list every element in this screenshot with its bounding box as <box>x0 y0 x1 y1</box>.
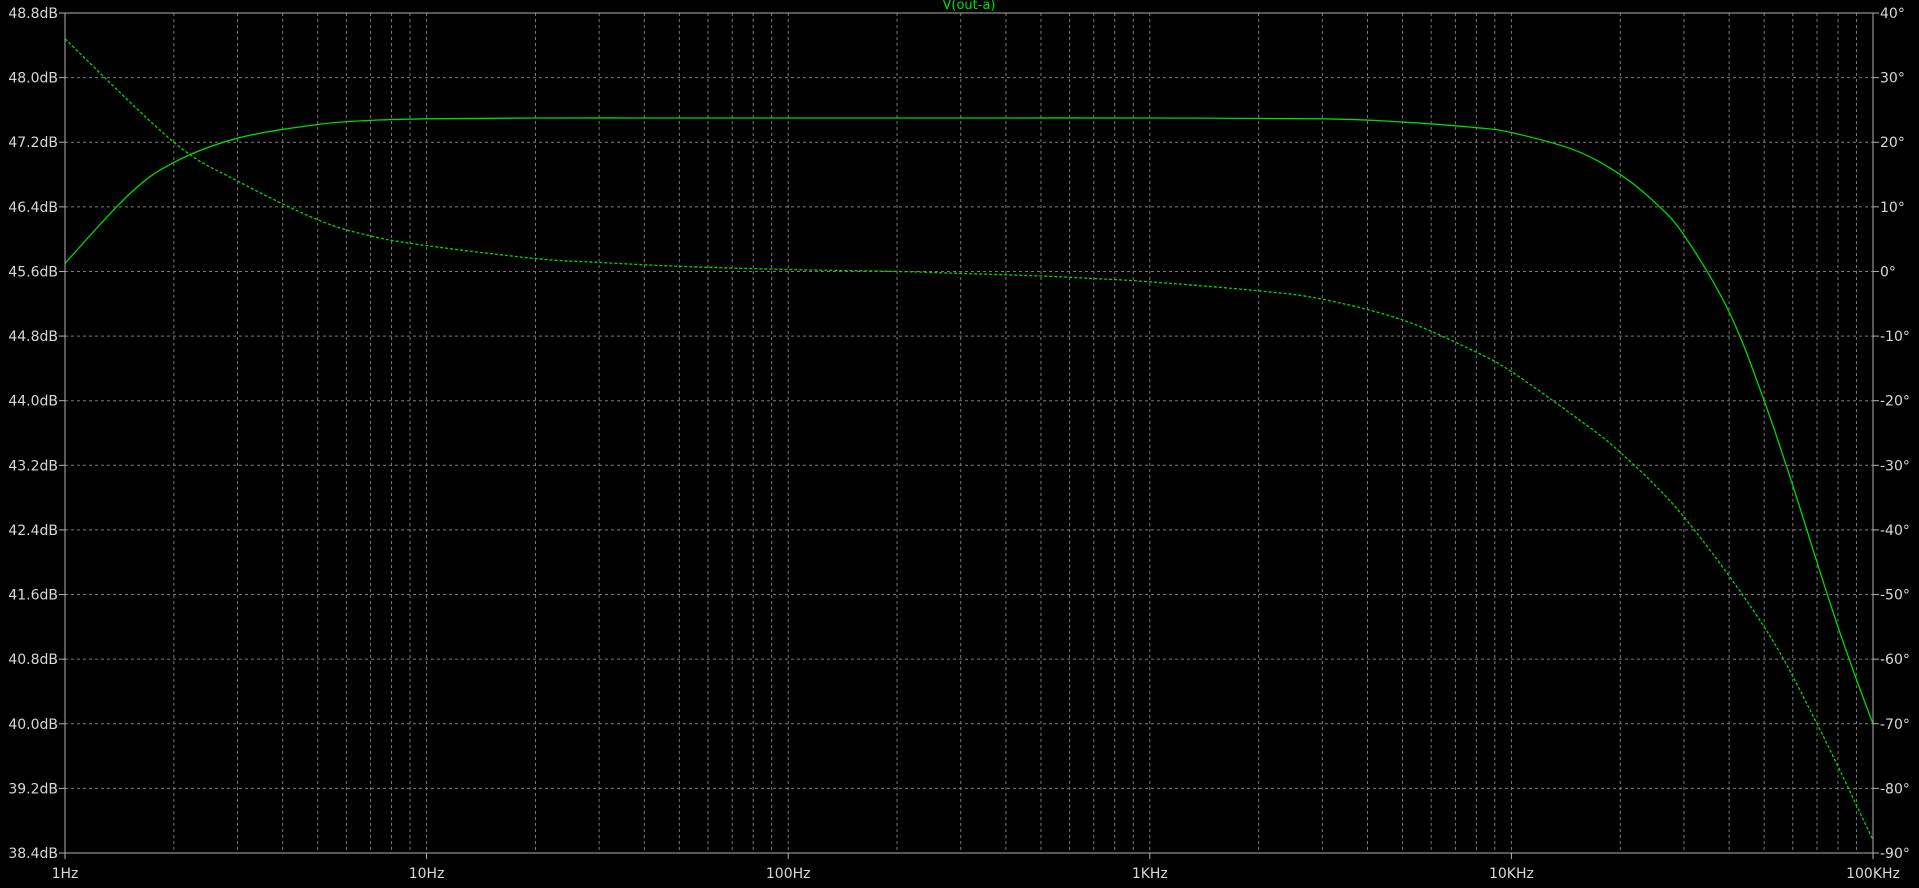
plot-background <box>0 0 1919 888</box>
y-right-tick-label: 0° <box>1880 264 1896 280</box>
x-tick-label: 1Hz <box>52 866 79 882</box>
y-left-tick-label: 46.4dB <box>8 200 58 216</box>
y-right-tick-label: 20° <box>1880 135 1905 151</box>
y-left-tick-label: 42.4dB <box>8 523 58 539</box>
x-tick-label: 1KHz <box>1132 866 1168 882</box>
y-right-tick-label: 30° <box>1880 71 1905 87</box>
y-left-tick-label: 40.0dB <box>8 717 58 733</box>
x-tick-label: 10KHz <box>1489 866 1534 882</box>
bode-plot: V(out-a) 48.8dB 48.0dB 47.2dB 46.4dB 45.6dB 4… <box>0 0 1919 888</box>
y-left-tick-label: 38.4dB <box>8 846 58 862</box>
y-right-tick-label: 10° <box>1880 200 1905 216</box>
y-right-tick-label: -70° <box>1880 717 1910 733</box>
y-left-tick-label: 48.0dB <box>8 71 58 87</box>
y-left-tick-label: 44.0dB <box>8 394 58 410</box>
y-right-tick-label: -60° <box>1880 652 1910 668</box>
y-right-tick-label: -80° <box>1880 781 1910 797</box>
y-right-tick-label: -90° <box>1880 846 1910 862</box>
y-left-tick-label: 48.8dB <box>8 6 58 22</box>
y-right-tick-label: -30° <box>1880 458 1910 474</box>
y-right-tick-label: 40° <box>1880 6 1905 22</box>
y-left-tick-label: 41.6dB <box>8 588 58 604</box>
y-left-tick-label: 39.2dB <box>8 781 58 797</box>
y-right-tick-label: -10° <box>1880 329 1910 345</box>
y-left-tick-label: 43.2dB <box>8 458 58 474</box>
y-left-tick-label: 40.8dB <box>8 652 58 668</box>
y-left-tick-label: 47.2dB <box>8 135 58 151</box>
y-right-tick-label: -20° <box>1880 394 1910 410</box>
chart-title: V(out-a) <box>943 0 996 13</box>
y-right-tick-label: -50° <box>1880 588 1910 604</box>
y-right-tick-label: -40° <box>1880 523 1910 539</box>
x-tick-label: 100KHz <box>1846 866 1900 882</box>
y-left-tick-label: 45.6dB <box>8 264 58 280</box>
x-tick-label: 100Hz <box>766 866 811 882</box>
y-left-tick-label: 44.8dB <box>8 329 58 345</box>
x-tick-label: 10Hz <box>409 866 445 882</box>
